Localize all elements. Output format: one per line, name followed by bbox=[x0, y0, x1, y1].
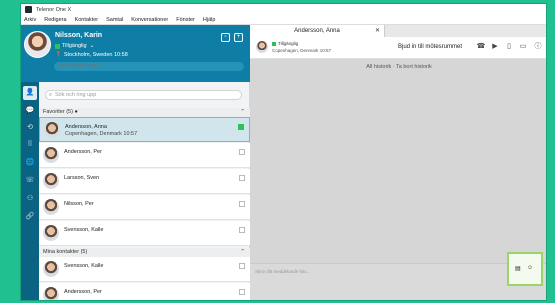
emoji-icon[interactable]: ☺ bbox=[527, 265, 533, 271]
menu-hjalp[interactable]: Hjälp bbox=[203, 17, 216, 23]
contact-row[interactable]: Andersson, Per bbox=[39, 143, 250, 168]
contact-row[interactable]: Svensson, Kalle bbox=[39, 221, 250, 246]
contact-status: Tillgänglig bbox=[272, 41, 298, 46]
contacts-nav-icon[interactable]: 👤 bbox=[23, 86, 37, 100]
profile-location-label: Stockholm, Sweden 10:58 bbox=[63, 52, 128, 58]
location-pin-icon: 📍 bbox=[55, 52, 62, 58]
contact-row[interactable]: Andersson, Per bbox=[39, 283, 250, 300]
title-bar: Telenor One X bbox=[21, 4, 546, 15]
app-window: Telenor One X Arkiv Redigera Kontakter S… bbox=[20, 3, 547, 301]
contact-row[interactable]: Nilsson, Per bbox=[39, 195, 250, 220]
chat-nav-icon[interactable]: 💬 bbox=[25, 106, 35, 116]
contact-avatar bbox=[43, 225, 59, 241]
profile-panel: Nilsson, Karin Tillgänglig ⌄ 📍 Stockholm… bbox=[21, 25, 250, 82]
close-icon[interactable]: ✕ bbox=[375, 25, 380, 37]
favorites-header-label: Favoriter (5) bbox=[43, 109, 73, 115]
contact-row[interactable]: Andersson, Anna Copenhagen, Denmark 10:5… bbox=[39, 117, 250, 142]
search-input[interactable]: ⌕ Sök och ring upp bbox=[45, 90, 242, 100]
tab-bar: Andersson, Anna ✕ bbox=[250, 25, 546, 37]
nav-rail: 👤 💬 ⟲ ⠿ 🌐 ☏ ⚇ 🔗 bbox=[21, 82, 39, 300]
window-title: Telenor One X bbox=[36, 6, 72, 13]
invite-meeting-room-link[interactable]: Bjud in till mötesrummet bbox=[398, 44, 462, 50]
dialpad-nav-icon[interactable]: ⠿ bbox=[25, 140, 35, 150]
profile-name: Nilsson, Karin bbox=[55, 32, 103, 39]
search-icon: ⌕ bbox=[49, 92, 53, 98]
menu-redigera[interactable]: Redigera bbox=[44, 17, 66, 23]
phone-icon[interactable]: ☎ bbox=[476, 42, 486, 52]
conversation-panel: Andersson, Anna ✕ Tillgänglig Copenhagen… bbox=[250, 25, 546, 300]
contact-avatar bbox=[43, 173, 59, 189]
video-icon[interactable]: ▶ bbox=[490, 42, 500, 52]
search-placeholder: Sök och ring upp bbox=[55, 92, 97, 98]
menu-fonster[interactable]: Fönster bbox=[176, 17, 195, 23]
contact-location: Copenhagen, Denmark 10:57 bbox=[272, 48, 332, 53]
voicemail-icon[interactable]: ▫ bbox=[221, 33, 230, 42]
contact-status-label: Tillgänglig bbox=[278, 41, 299, 46]
menu-samtal[interactable]: Samtal bbox=[106, 17, 123, 23]
my-contacts-header[interactable]: Mina kontakter (5) ⌃ bbox=[39, 248, 250, 257]
contact-name: Svensson, Kalle bbox=[64, 263, 104, 269]
profile-location: 📍 Stockholm, Sweden 10:58 bbox=[55, 52, 128, 58]
contact-avatar bbox=[43, 147, 59, 163]
chevron-down-icon: ⌄ bbox=[89, 43, 95, 49]
offline-status-icon bbox=[239, 175, 245, 181]
message-compose[interactable]: Skriv ditt meddelande här... bbox=[250, 263, 546, 300]
profile-status-label: Tillgänglig bbox=[62, 43, 87, 49]
contact-name: Andersson, Per bbox=[64, 289, 102, 295]
contact-name: Andersson, Per bbox=[64, 149, 102, 155]
menu-arkiv[interactable]: Arkiv bbox=[24, 17, 36, 23]
chevron-up-icon[interactable]: ⌃ bbox=[240, 108, 245, 117]
contact-row[interactable]: Larsson, Sven bbox=[39, 169, 250, 194]
contact-name: Svensson, Kalle bbox=[64, 227, 104, 233]
history-links[interactable]: All historik · Ta bort historik bbox=[250, 59, 546, 75]
menu-bar: Arkiv Redigera Kontakter Samtal Konversa… bbox=[21, 15, 546, 25]
contact-name: Nilsson, Per bbox=[64, 201, 94, 207]
attach-file-icon[interactable]: ▤ bbox=[515, 265, 521, 272]
screen-share-icon[interactable]: ▭ bbox=[518, 42, 528, 52]
contact-location: Copenhagen, Denmark 10:57 bbox=[65, 131, 138, 137]
offline-status-icon bbox=[239, 201, 245, 207]
menu-kontakter[interactable]: Kontakter bbox=[75, 17, 99, 23]
globe-nav-icon[interactable]: 🌐 bbox=[25, 158, 35, 168]
add-icon[interactable]: + bbox=[234, 33, 243, 42]
contact-name: Andersson, Anna bbox=[65, 124, 107, 130]
contact-avatar bbox=[43, 199, 59, 215]
offline-status-icon bbox=[239, 227, 245, 233]
offline-status-icon bbox=[239, 149, 245, 155]
offline-status-icon bbox=[239, 263, 245, 269]
available-status-icon bbox=[55, 43, 60, 49]
app-logo-icon bbox=[25, 6, 32, 13]
chevron-up-icon[interactable]: ⌃ bbox=[240, 248, 245, 257]
info-icon[interactable]: ⓘ bbox=[533, 42, 543, 52]
contact-avatar bbox=[43, 261, 59, 277]
available-status-icon bbox=[238, 124, 244, 130]
link-nav-icon[interactable]: 🔗 bbox=[25, 212, 35, 222]
status-message-input[interactable] bbox=[54, 62, 244, 71]
contact-avatar bbox=[256, 41, 268, 53]
compose-placeholder: Skriv ditt meddelande här... bbox=[255, 269, 310, 274]
profile-status[interactable]: Tillgänglig ⌄ bbox=[55, 43, 94, 49]
contact-list-panel: ⌕ Sök och ring upp Favoriter (5) ● ⌃ And… bbox=[39, 82, 250, 300]
contact-row[interactable]: Svensson, Kalle bbox=[39, 257, 250, 282]
conversation-tab-label: Andersson, Anna bbox=[294, 28, 340, 34]
contact-avatar bbox=[43, 287, 59, 300]
contact-avatar bbox=[44, 122, 60, 138]
favorites-header[interactable]: Favoriter (5) ● ⌃ bbox=[39, 108, 250, 117]
offline-status-icon bbox=[239, 289, 245, 295]
menu-konversationer[interactable]: Konversationer bbox=[131, 17, 168, 23]
profile-avatar[interactable] bbox=[24, 31, 51, 58]
contact-name: Larsson, Sven bbox=[64, 175, 100, 181]
group-nav-icon[interactable]: ⚇ bbox=[25, 194, 35, 204]
compose-actions-highlight: ▤ ☺ bbox=[507, 252, 543, 286]
available-status-icon bbox=[272, 41, 276, 46]
conversation-tab[interactable]: Andersson, Anna ✕ bbox=[250, 25, 385, 37]
phone-transfer-nav-icon[interactable]: ☏ bbox=[25, 176, 35, 186]
mobile-icon[interactable]: ▯ bbox=[504, 42, 514, 52]
conversation-header: Tillgänglig Copenhagen, Denmark 10:57 Bj… bbox=[250, 37, 546, 59]
history-nav-icon[interactable]: ⟲ bbox=[25, 123, 35, 133]
my-contacts-header-label: Mina kontakter (5) bbox=[43, 249, 88, 255]
